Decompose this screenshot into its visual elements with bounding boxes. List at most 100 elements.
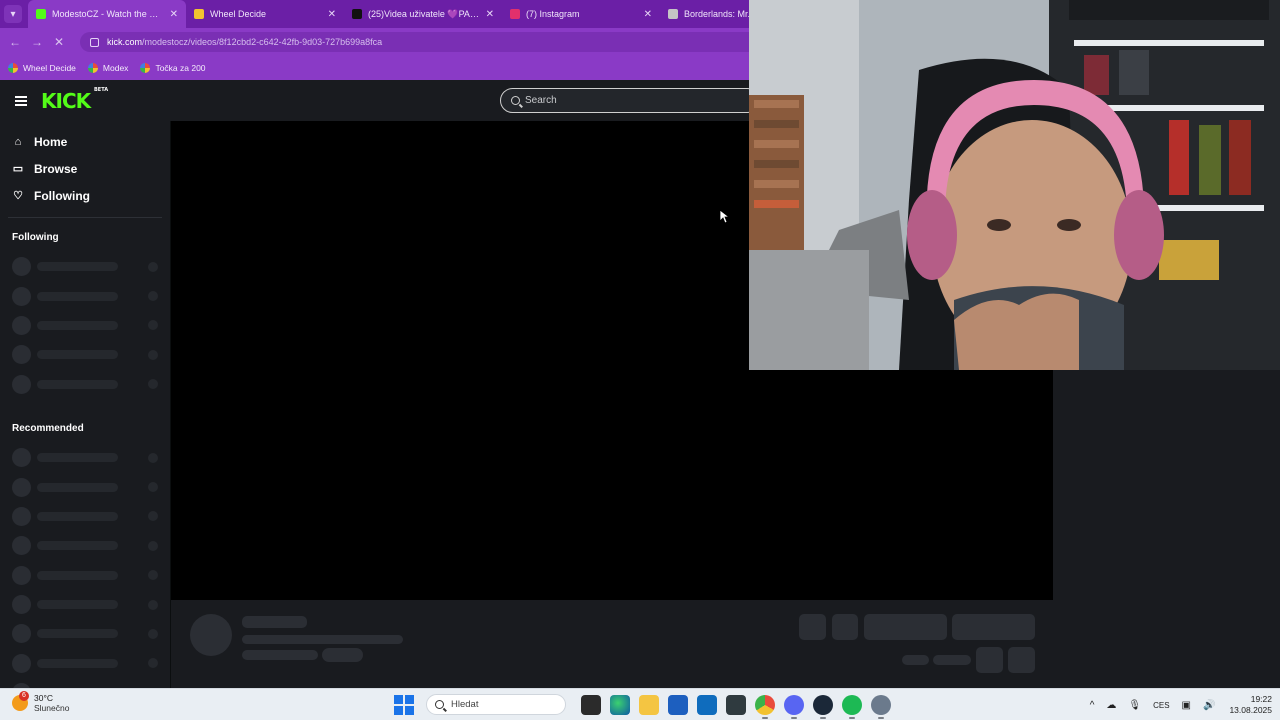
steam-icon[interactable] [812, 694, 833, 719]
nav-label: Browse [34, 161, 78, 176]
channel-skeleton-row [0, 590, 170, 619]
bookmark-label: Modex [102, 63, 129, 73]
browser-tab[interactable]: ModestoCZ - Watch the VOD o ✕ [28, 0, 186, 28]
streamer-avatar-skeleton [190, 614, 232, 656]
webcam-overlay [749, 0, 1280, 370]
start-button[interactable] [394, 694, 414, 715]
kick-logo[interactable]: KICK BETA [41, 87, 108, 113]
action-button-skeleton [832, 614, 858, 640]
status-skeleton [148, 628, 158, 639]
avatar-skeleton [12, 595, 31, 615]
windows-taskbar: 6 30°C Slunečno Hledat ^ ☁ 🎙 CES ▣ 🔊 19:… [0, 688, 1280, 720]
stop-loading-icon[interactable]: ✕ [48, 35, 70, 49]
avatar-skeleton [12, 536, 31, 556]
back-arrow-icon[interactable]: ← [4, 35, 26, 49]
tab-favicon-icon [352, 9, 362, 19]
avatar-skeleton [12, 257, 31, 277]
nav-following[interactable]: ♡ Following [0, 182, 170, 209]
name-skeleton [37, 453, 118, 463]
search-placeholder: Search [525, 95, 557, 106]
address-bar[interactable]: kick.com/modestocz/videos/8f12cbd2-c642-… [80, 32, 760, 52]
name-skeleton [37, 320, 118, 330]
name-skeleton [37, 482, 118, 492]
task-view-icon[interactable] [580, 694, 601, 715]
weather-desc: Slunečno [34, 703, 70, 713]
tab-close-icon[interactable]: ✕ [328, 9, 336, 20]
action-button-skeleton [799, 614, 826, 640]
following-section-title: Following [12, 232, 59, 243]
status-skeleton [148, 599, 158, 610]
mouse-cursor-icon [719, 209, 729, 224]
browser-tab[interactable]: (7) Instagram ✕ [502, 0, 660, 28]
spotify-icon[interactable] [841, 694, 862, 719]
search-input[interactable]: Search [500, 88, 760, 113]
edge-icon[interactable] [609, 694, 630, 715]
browser-tab[interactable]: Wheel Decide ✕ [186, 0, 344, 28]
tab-close-icon[interactable]: ✕ [486, 9, 494, 20]
channel-skeleton-row [0, 619, 170, 648]
status-skeleton [148, 291, 158, 302]
notification-badge: 6 [19, 691, 29, 701]
forward-arrow-icon[interactable]: → [26, 35, 48, 49]
browser-tab[interactable]: (25)Videa uživatele 💜PAJA💜 ✕ [344, 0, 502, 28]
file-explorer-icon[interactable] [638, 694, 659, 715]
tab-favicon-icon [668, 9, 678, 19]
taskbar-search-input[interactable]: Hledat [426, 694, 566, 715]
nav-label: Following [34, 188, 90, 203]
chevron-up-icon[interactable]: ^ [1090, 700, 1095, 711]
microphone-icon[interactable]: 🎙 [1128, 700, 1141, 711]
onedrive-cloud-icon[interactable]: ☁ [1106, 700, 1116, 711]
tab-search-dropdown-icon[interactable]: ▾ [4, 5, 22, 23]
tag-skeleton [322, 648, 363, 662]
terminal-app-icon[interactable] [725, 694, 746, 715]
home-icon: ⌂ [14, 135, 22, 148]
avatar-skeleton [12, 374, 31, 394]
bookmark-wheel-decide[interactable]: Wheel Decide [8, 63, 76, 73]
name-skeleton [37, 350, 118, 360]
status-skeleton [148, 570, 158, 581]
volume-icon[interactable]: 🔊 [1203, 700, 1215, 711]
status-skeleton [148, 511, 158, 522]
avatar-skeleton [12, 477, 31, 497]
name-skeleton [37, 291, 118, 301]
tab-close-icon[interactable]: ✕ [644, 9, 652, 20]
taskbar-search-placeholder: Hledat [451, 699, 479, 710]
status-skeleton [148, 540, 158, 551]
language-indicator[interactable]: CES [1153, 701, 1169, 710]
network-icon[interactable]: ▣ [1182, 700, 1191, 711]
stream-info-skeleton [171, 600, 1053, 688]
avatar-skeleton [12, 286, 31, 306]
follow-button-skeleton [864, 614, 947, 640]
clock-date: 13.08.2025 [1229, 705, 1272, 715]
sidebar-divider [8, 217, 162, 218]
icon-button-skeleton [976, 647, 1003, 673]
nav-browse[interactable]: ▭ Browse [0, 155, 170, 182]
menu-icon[interactable] [15, 95, 27, 106]
webcam-image [749, 0, 1280, 370]
clock[interactable]: 19:22 13.08.2025 [1229, 694, 1272, 716]
chrome-icon[interactable] [754, 694, 775, 719]
tab-favicon-icon [36, 9, 46, 19]
avatar-skeleton [12, 624, 31, 644]
bookmark-label: Wheel Decide [23, 63, 76, 73]
nav-home[interactable]: ⌂ Home [0, 128, 170, 155]
avatar-skeleton [12, 565, 31, 585]
status-skeleton [148, 482, 158, 493]
tocka-favicon-icon [140, 63, 151, 73]
category-skeleton [242, 650, 318, 660]
streamer-name-skeleton [242, 616, 307, 628]
settings-gear-icon[interactable] [870, 694, 891, 719]
status-skeleton [148, 261, 158, 272]
name-skeleton [37, 511, 118, 521]
bookmark-modex[interactable]: Modex [87, 63, 129, 73]
site-info-icon[interactable] [90, 37, 99, 47]
weather-widget[interactable]: 6 30°C Slunečno [12, 691, 70, 713]
avatar-skeleton [12, 345, 31, 365]
logo-text: KICK [41, 88, 91, 113]
outlook-icon[interactable] [696, 694, 717, 715]
bookmark-tocka-za-200[interactable]: Točka za 200 [140, 63, 206, 73]
discord-icon[interactable] [783, 694, 804, 719]
tab-close-icon[interactable]: ✕ [170, 9, 178, 20]
tab-title: (25)Videa uživatele 💜PAJA💜 [368, 8, 480, 19]
store-icon[interactable] [667, 694, 688, 715]
